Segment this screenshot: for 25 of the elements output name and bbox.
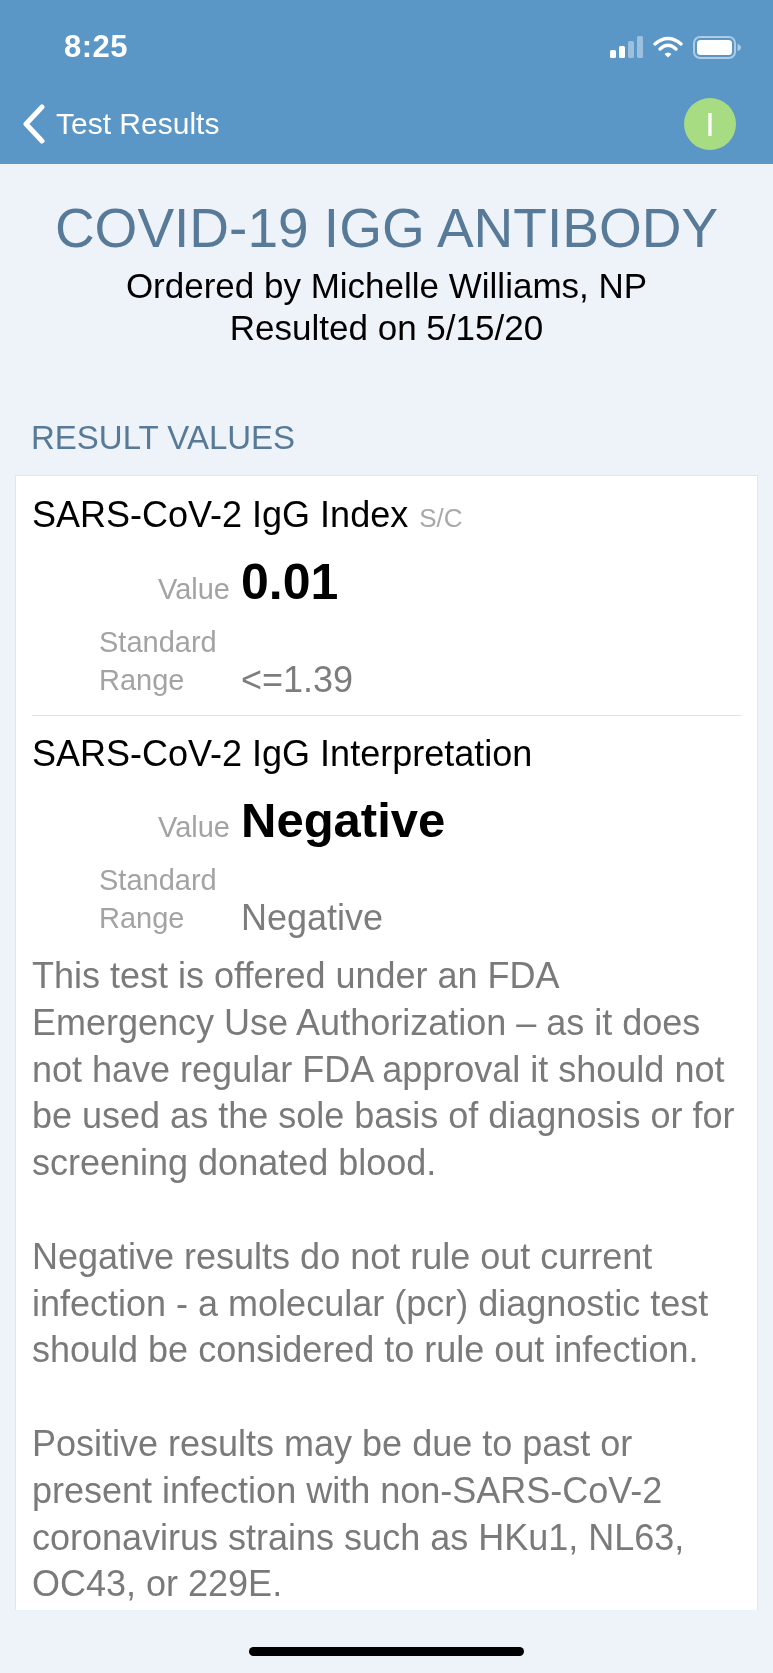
comment-paragraph: This test is offered under an FDA Emergency Use Authorization – as it does not have regular FDA approval it should not be used as the sole basis of diagnosis or for screening donated blood. (32, 954, 736, 1186)
range-label: Standard Range (99, 863, 218, 936)
result-value: 0.01 (241, 553, 339, 612)
result-name: SARS-CoV-2 IgG Interpretation (32, 732, 533, 776)
result-unit: S/C (419, 502, 463, 535)
battery-icon (693, 35, 741, 59)
cellular-signal-icon (610, 36, 643, 58)
section-heading: RESULT VALUES (31, 418, 297, 458)
ordered-by-text: Ordered by Michelle Williams, NP (125, 265, 648, 307)
result-value: Negative (241, 792, 446, 849)
status-time: 8:25 (64, 27, 129, 66)
home-indicator[interactable] (249, 1647, 524, 1657)
value-label: Value (156, 572, 230, 607)
comment-paragraph: Negative results do not rule out current infection - a molecular (pcr) diagnostic test should be considered to rule out infection. (32, 1234, 710, 1373)
range-value: <=1.39 (241, 661, 354, 699)
wifi-icon (653, 36, 683, 58)
comment-paragraph: Positive results may be due to past or present infection with non-SARS-CoV-2 coronavirus strains such as HKu1, NL63, OC43, or 229E. (32, 1421, 686, 1607)
range-value: Negative (241, 899, 384, 937)
test-title: COVID-19 IGG ANTIBODY (53, 196, 720, 261)
range-label: Standard Range (99, 625, 218, 698)
chevron-left-icon (22, 104, 46, 144)
value-label: Value (156, 810, 230, 845)
result-date: Resulted on 5/15/20 (229, 307, 544, 349)
result-name: SARS-CoV-2 IgG Index (32, 493, 409, 537)
back-button[interactable]: Test Results (22, 104, 220, 144)
